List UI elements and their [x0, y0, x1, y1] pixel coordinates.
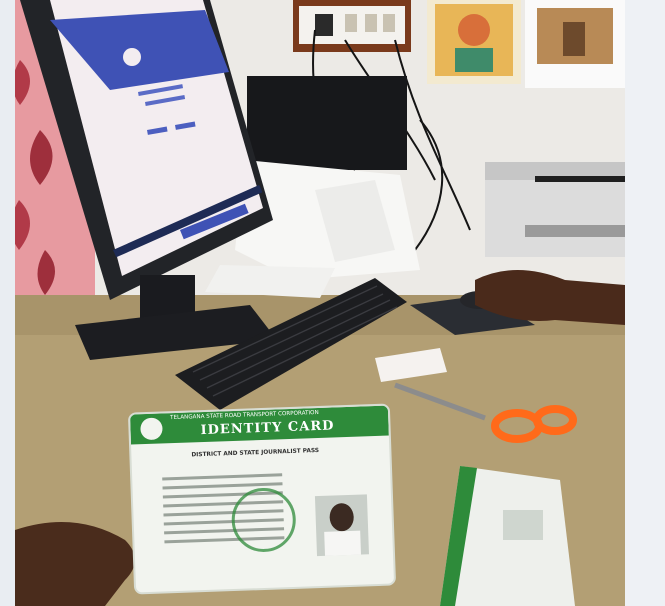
- second-id-card: [440, 466, 575, 606]
- photo-frame: TELANGANA STATE ROAD TRANSPORT CORPORATI…: [15, 0, 625, 606]
- right-margin: [625, 0, 665, 606]
- wall-picture-deity: [427, 0, 521, 84]
- id-card-photo: [314, 494, 369, 557]
- printer: [485, 162, 625, 257]
- switchboard: [293, 0, 411, 52]
- wall-picture-temple: [525, 0, 625, 88]
- id-card-subtitle: DISTRICT AND STATE JOURNALIST PASS: [191, 447, 320, 459]
- id-card: TELANGANA STATE ROAD TRANSPORT CORPORATI…: [129, 405, 395, 593]
- cpu-box: [247, 76, 407, 170]
